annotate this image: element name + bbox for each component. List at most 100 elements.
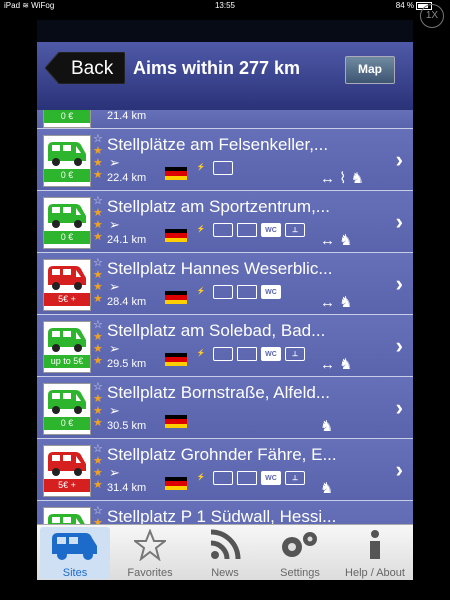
plug-icon: ⚡ (196, 226, 206, 233)
site-thumbnail (43, 507, 91, 524)
facility-icons: ⚡ WC ⊥ (193, 471, 309, 491)
shower-icon (213, 285, 233, 299)
site-name: Stellplatz am Solebad, Bad... (107, 321, 326, 340)
list-item[interactable]: 0 € ☆ ★ ★ ★ Stellplätze am Felsenkeller,... ➢ 2… (37, 129, 413, 191)
chevron-right-icon: › (395, 395, 403, 420)
site-name: Stellplatz Bornstraße, Alfeld... (107, 383, 330, 402)
star-icon: ★ (93, 455, 103, 467)
tab-label: Favorites (127, 567, 173, 579)
list-item[interactable]: 5€ + ☆ ★ ★ ★ Stellplatz Hannes Weserblic... ➢ 2… (37, 253, 413, 315)
list-item[interactable]: 0 € ☆ ★ ★ ★ Stellplatz Bornstraße, Alfeld... ➢… (37, 377, 413, 439)
star-icon: ★ (93, 393, 103, 405)
info-icon (340, 529, 410, 566)
facility-icons: ⚡ WC ⊥ (193, 347, 309, 367)
list-item[interactable]: ☆★★★Stellplatz P 1 Südwall, Hessi...➢31.… (37, 501, 413, 524)
list-item[interactable]: 5€ + ☆ ★ ★ ★ Stellplatz Grohnder Fähre, E... ➢… (37, 439, 413, 501)
camper-icon (40, 529, 110, 566)
camper-icon (46, 387, 88, 420)
price-label: 5€ + (44, 293, 90, 306)
star-outline-icon: ☆ (93, 257, 103, 269)
wc-icon: WC (261, 347, 281, 361)
tab-help-about[interactable]: Help / About (340, 527, 410, 579)
camper-icon (46, 201, 88, 234)
tab-label: Settings (280, 567, 320, 579)
tab-sites[interactable]: Sites (40, 527, 110, 579)
germany-flag-icon (165, 477, 187, 490)
chevron-right-icon: › (395, 457, 403, 482)
shower-icon (213, 471, 233, 485)
site-name: Stellplatz am Sportzentrum,... (107, 197, 330, 216)
amenity-icons: ↔ ⌇ ♞ (320, 170, 365, 187)
star-outline-icon: ☆ (93, 195, 103, 207)
chevron-right-icon: › (395, 209, 403, 234)
star-icon: ★ (93, 479, 103, 491)
amenity-icons: ↔ ♞ (320, 356, 353, 373)
back-button-label: Back (71, 58, 114, 79)
plug-icon: ⚡ (196, 350, 206, 357)
tap-icon: ⊥ (285, 223, 305, 237)
tap-icon: ⊥ (285, 471, 305, 485)
clock: 13:55 (214, 1, 236, 10)
rating-stars: ☆★★★ (93, 257, 103, 305)
tv-icon (237, 347, 257, 361)
site-thumbnail: 0 € (43, 197, 91, 249)
back-button[interactable]: Back (45, 52, 125, 84)
zoom-button[interactable]: 1X (420, 4, 444, 28)
germany-flag-icon (165, 291, 187, 304)
facility-icons: ⚡ WC (193, 285, 285, 305)
tap-icon: ⊥ (285, 347, 305, 361)
list-item[interactable]: 0 € 21.4 km (37, 110, 413, 129)
amenity-icons: ♞ (320, 418, 334, 435)
direction-arrow-icon: ➢ (109, 155, 120, 170)
map-button[interactable]: Map (345, 56, 395, 84)
direction-arrow-icon: ➢ (109, 217, 120, 232)
star-outline-icon: ☆ (93, 319, 103, 331)
shower-icon (213, 347, 233, 361)
direction-arrow-icon: ➢ (109, 465, 120, 480)
rating-stars: ☆★★★ (93, 443, 103, 491)
page-title: Aims within 277 km (133, 58, 301, 78)
rating-stars: ☆★★★ (93, 319, 103, 367)
rating-stars: ☆★★★ (93, 381, 103, 429)
direction-arrow-icon: ➢ (109, 279, 120, 294)
star-outline-icon: ☆ (93, 133, 103, 145)
direction-arrow-icon: ➢ (109, 403, 120, 418)
star-icon: ★ (93, 231, 103, 243)
star-icon: ★ (93, 207, 103, 219)
star-icon: ★ (93, 219, 103, 231)
star-icon: ★ (93, 343, 103, 355)
price-label: 0 € (44, 231, 90, 244)
camper-icon (46, 139, 88, 172)
star-icon: ★ (93, 269, 103, 281)
star-outline-icon: ☆ (93, 381, 103, 393)
rating-stars: ☆★★★ (93, 195, 103, 243)
list-item[interactable]: up to 5€ ☆ ★ ★ ★ Stellplatz am Solebad, Bad..… (37, 315, 413, 377)
amenity-icons: ↔ ♞ (320, 232, 353, 249)
direction-arrow-icon: ➢ (109, 341, 120, 356)
map-button-label: Map (358, 62, 382, 76)
top-gap (37, 20, 413, 42)
price-label: 0 € (44, 169, 90, 182)
star-icon: ★ (93, 157, 103, 169)
site-thumbnail: 5€ + (43, 259, 91, 311)
shower-icon (213, 223, 233, 237)
tab-news[interactable]: News (190, 527, 260, 579)
sites-list[interactable]: 0 € 21.4 km 0 € ☆ ★ ★ ★ Stellplätze am Felsen… (37, 110, 413, 524)
star-icon: ★ (93, 405, 103, 417)
germany-flag-icon (165, 415, 187, 428)
tab-settings[interactable]: Settings (265, 527, 335, 579)
site-name: Stellplatz P 1 Südwall, Hessi... (107, 507, 337, 524)
list-item[interactable]: 0 € ☆ ★ ★ ★ Stellplatz am Sportzentrum,... ➢ 24… (37, 191, 413, 253)
germany-flag-icon (165, 229, 187, 242)
price-label: 0 € (44, 110, 90, 123)
star-icon: ★ (93, 169, 103, 181)
site-thumbnail: 5€ + (43, 445, 91, 497)
star-icon: ★ (93, 281, 103, 293)
star-outline-icon: ☆ (93, 443, 103, 455)
camper-icon (46, 325, 88, 358)
rating-stars: ☆★★★ (93, 505, 103, 524)
gear-icon (265, 529, 335, 566)
chevron-right-icon: › (395, 271, 403, 296)
tab-label: Sites (62, 567, 88, 579)
tab-favorites[interactable]: Favorites (115, 527, 185, 579)
